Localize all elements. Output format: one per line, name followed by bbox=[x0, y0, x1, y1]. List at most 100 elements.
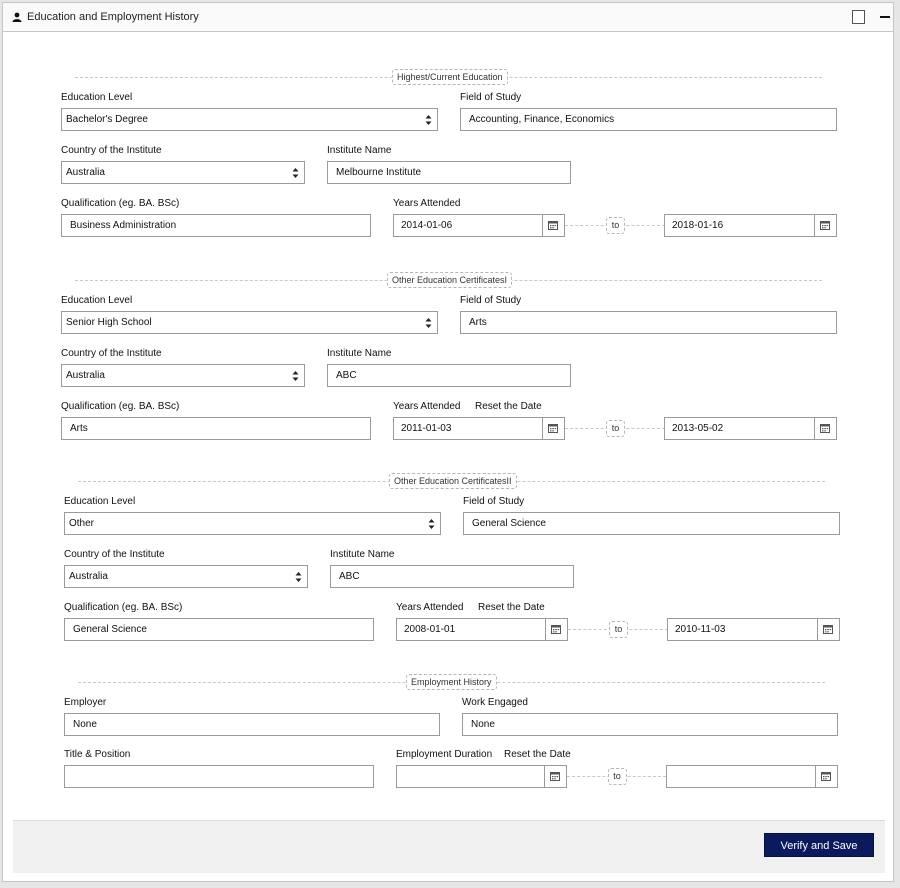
field-of-study-input[interactable] bbox=[463, 512, 840, 535]
calendar-icon bbox=[551, 625, 561, 634]
date-to-input-wrapper bbox=[667, 618, 840, 641]
select-arrows-icon bbox=[292, 371, 299, 381]
date-to-input[interactable] bbox=[668, 619, 817, 640]
date-from-input[interactable] bbox=[394, 215, 542, 236]
institute-name-label: Institute Name bbox=[330, 549, 395, 560]
date-from-input[interactable] bbox=[394, 418, 542, 439]
qualification-label: Qualification (eg. BA. BSc) bbox=[61, 401, 180, 412]
calendar-button[interactable] bbox=[814, 418, 836, 439]
years-attended-label: Years Attended bbox=[396, 602, 464, 613]
education-level-select[interactable]: Senior High School bbox=[61, 311, 438, 334]
reset-date-link[interactable]: Reset the Date bbox=[504, 749, 571, 761]
employment-date-to-input-wrapper bbox=[666, 765, 838, 788]
date-from-input-wrapper bbox=[396, 618, 568, 641]
to-label: to bbox=[607, 768, 627, 785]
calendar-icon bbox=[548, 221, 558, 230]
date-to-input[interactable] bbox=[665, 215, 814, 236]
institute-name-input[interactable] bbox=[327, 364, 571, 387]
calendar-icon bbox=[820, 221, 830, 230]
qualification-input[interactable] bbox=[61, 417, 371, 440]
calendar-icon bbox=[550, 772, 560, 781]
select-value: Other bbox=[69, 518, 95, 529]
select-value: Bachelor's Degree bbox=[66, 114, 148, 125]
qualification-input[interactable] bbox=[61, 214, 371, 237]
verify-and-save-button[interactable]: Verify and Save bbox=[764, 833, 874, 857]
calendar-button[interactable] bbox=[815, 766, 837, 787]
calendar-button[interactable] bbox=[542, 215, 564, 236]
select-arrows-icon bbox=[295, 572, 302, 582]
select-arrows-icon bbox=[425, 115, 432, 125]
section-legend: Other Education CertificatesI bbox=[387, 272, 513, 288]
employer-label: Employer bbox=[64, 697, 107, 708]
years-attended-label: Years Attended bbox=[393, 198, 461, 209]
reset-date-link[interactable]: Reset the Date bbox=[478, 602, 545, 614]
to-label: to bbox=[606, 420, 625, 437]
field-of-study-label: Field of Study bbox=[460, 295, 522, 306]
reset-date-link[interactable]: Reset the Date bbox=[475, 401, 542, 413]
select-arrows-icon bbox=[425, 318, 432, 328]
date-to-input-wrapper bbox=[664, 417, 837, 440]
qualification-input[interactable] bbox=[64, 618, 374, 641]
calendar-button[interactable] bbox=[545, 619, 567, 640]
date-from-input-wrapper bbox=[393, 417, 565, 440]
select-value: Australia bbox=[69, 571, 108, 582]
employer-input[interactable] bbox=[64, 713, 440, 736]
country-label: Country of the Institute bbox=[61, 145, 162, 156]
country-label: Country of the Institute bbox=[61, 348, 162, 359]
date-to-input-wrapper bbox=[664, 214, 837, 237]
calendar-button[interactable] bbox=[544, 766, 566, 787]
select-value: Australia bbox=[66, 370, 105, 381]
institute-name-label: Institute Name bbox=[327, 348, 392, 359]
qualification-label: Qualification (eg. BA. BSc) bbox=[64, 602, 183, 613]
calendar-button[interactable] bbox=[814, 215, 836, 236]
education-level-select[interactable]: Other bbox=[64, 512, 441, 535]
country-label: Country of the Institute bbox=[64, 549, 165, 560]
institute-name-input[interactable] bbox=[330, 565, 574, 588]
country-select[interactable]: Australia bbox=[64, 565, 308, 588]
select-value: Australia bbox=[66, 167, 105, 178]
employment-date-from-input-wrapper bbox=[396, 765, 567, 788]
calendar-icon bbox=[820, 424, 830, 433]
select-arrows-icon bbox=[428, 519, 435, 529]
work-engaged-input[interactable] bbox=[462, 713, 838, 736]
calendar-icon bbox=[548, 424, 558, 433]
field-of-study-label: Field of Study bbox=[463, 496, 525, 507]
section-legend: Other Education CertificatesII bbox=[389, 473, 517, 489]
country-select[interactable]: Australia bbox=[61, 364, 305, 387]
section-legend: Highest/Current Education bbox=[392, 69, 508, 85]
employment-duration-label: Employment Duration bbox=[396, 749, 493, 760]
qualification-label: Qualification (eg. BA. BSc) bbox=[61, 198, 180, 209]
education-level-label: Education Level bbox=[64, 496, 136, 507]
minimize-button[interactable] bbox=[879, 11, 891, 23]
work-engaged-label: Work Engaged bbox=[462, 697, 528, 708]
education-level-label: Education Level bbox=[61, 92, 133, 103]
date-from-input-wrapper bbox=[393, 214, 565, 237]
panel-title: Education and Employment History bbox=[27, 11, 199, 23]
calendar-icon bbox=[823, 625, 833, 634]
employment-date-from-input[interactable] bbox=[397, 766, 544, 787]
title-position-input[interactable] bbox=[64, 765, 374, 788]
date-from-input[interactable] bbox=[397, 619, 545, 640]
employment-date-to-input[interactable] bbox=[667, 766, 815, 787]
field-of-study-label: Field of Study bbox=[460, 92, 522, 103]
country-select[interactable]: Australia bbox=[61, 161, 305, 184]
institute-name-input[interactable] bbox=[327, 161, 571, 184]
calendar-icon bbox=[821, 772, 831, 781]
education-level-label: Education Level bbox=[61, 295, 133, 306]
panel-header: Education and Employment History bbox=[3, 3, 893, 32]
select-arrows-icon bbox=[292, 168, 299, 178]
form-footer bbox=[13, 820, 885, 873]
employment-legend: Employment History bbox=[406, 674, 497, 690]
years-attended-label: Years Attended bbox=[393, 401, 461, 412]
date-to-input[interactable] bbox=[665, 418, 814, 439]
institute-name-label: Institute Name bbox=[327, 145, 392, 156]
calendar-button[interactable] bbox=[817, 619, 839, 640]
maximize-button[interactable] bbox=[852, 10, 865, 24]
calendar-button[interactable] bbox=[542, 418, 564, 439]
field-of-study-input[interactable] bbox=[460, 311, 837, 334]
title-position-label: Title & Position bbox=[64, 749, 131, 760]
field-of-study-input[interactable] bbox=[460, 108, 837, 131]
user-icon bbox=[12, 12, 22, 22]
select-value: Senior High School bbox=[66, 317, 152, 328]
education-level-select[interactable]: Bachelor's Degree bbox=[61, 108, 438, 131]
